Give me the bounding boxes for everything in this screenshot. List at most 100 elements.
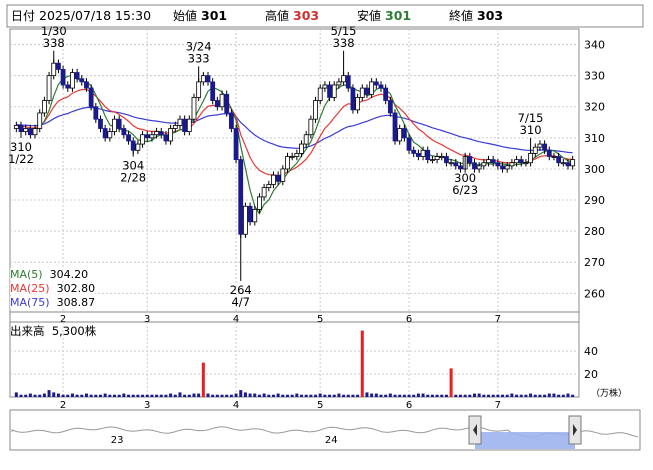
candle-body (271, 174, 276, 185)
candle-body (172, 125, 178, 129)
candle-body (560, 162, 566, 165)
candle-body (102, 128, 108, 139)
candle-body (439, 156, 445, 158)
volume-bar (449, 368, 453, 397)
volume-bar (384, 394, 388, 397)
candle-body (509, 162, 515, 167)
volume-bar (262, 393, 266, 397)
candle-body (565, 162, 571, 167)
candle-body (359, 87, 365, 98)
volume-bar (318, 393, 322, 397)
volume-bar (543, 394, 547, 397)
volume-bar (192, 393, 196, 397)
volume-bar (253, 393, 257, 397)
candle-body (504, 165, 510, 170)
volume-bar (557, 394, 561, 397)
volume-bar (505, 394, 509, 397)
candle-body (317, 87, 323, 101)
volume-bar (42, 393, 46, 397)
volume-bar (454, 394, 458, 397)
volume-bar (430, 394, 434, 397)
candle-body (233, 128, 239, 161)
month-tick-label: 7 (495, 400, 501, 411)
volume-bar (206, 393, 210, 397)
volume-bar (304, 394, 308, 397)
candle-body (88, 87, 94, 108)
volume-bar (211, 394, 215, 397)
candle-body (168, 128, 174, 142)
navigator-selection[interactable] (475, 432, 575, 449)
volume-tick-label: 20 (584, 368, 598, 381)
candle-body (308, 118, 314, 136)
volume-bar (468, 394, 472, 397)
candle-body (56, 62, 61, 70)
candle-body (243, 205, 248, 235)
volume-bar (290, 394, 294, 397)
volume-bar (342, 394, 346, 397)
volume-bar (421, 393, 425, 397)
volume-bar (267, 394, 271, 397)
month-tick-label: 6 (406, 314, 412, 325)
candle-body (350, 87, 356, 111)
price-tick-label: 270 (584, 256, 605, 269)
volume-bar (243, 392, 247, 397)
price-tick-label: 320 (584, 101, 605, 114)
volume-bar (370, 393, 374, 397)
volume-bar (472, 393, 476, 397)
candle-body (299, 143, 304, 154)
volume-bar (14, 392, 18, 397)
volume-bar (136, 394, 140, 397)
volume-bar (229, 394, 233, 397)
volume-bar (332, 394, 336, 397)
volume-bar (416, 393, 420, 397)
candle-body (556, 156, 562, 164)
extreme-value-label: 2/28 (120, 171, 146, 185)
volume-bar (435, 394, 439, 397)
candle-body (528, 152, 533, 164)
ma75-legend: MA(75) 308.87 (10, 296, 96, 309)
candle-body (481, 162, 487, 167)
candle-body (140, 134, 145, 145)
candle-body (392, 112, 398, 142)
candle-body (313, 100, 318, 120)
candle-body (294, 152, 300, 157)
month-tick-label: 3 (144, 400, 150, 411)
volume-bar (309, 394, 313, 397)
volume-bar (66, 394, 70, 397)
candle-body (107, 131, 113, 139)
volume-bar (70, 393, 74, 397)
volume-bar (159, 394, 163, 397)
candle-body (472, 162, 477, 170)
candle-body (430, 159, 435, 162)
candle-body (98, 118, 103, 129)
candle-body (355, 97, 361, 111)
candle-body (364, 87, 370, 95)
candle-body (406, 137, 412, 151)
candle-body (112, 118, 117, 133)
candle-body (70, 72, 75, 89)
volume-bar (56, 393, 60, 397)
extreme-value-label: 333 (188, 51, 210, 65)
candle-body (84, 81, 89, 89)
volume-bar (220, 394, 224, 397)
candle-body (378, 84, 384, 89)
candle-body (247, 205, 253, 223)
volume-bar (75, 394, 79, 397)
price-tick-label: 300 (584, 163, 605, 176)
candle-body (280, 168, 286, 182)
candle-body (369, 81, 375, 95)
candle-body (448, 162, 454, 165)
volume-bar (178, 392, 182, 397)
extreme-value-label: 6/23 (452, 183, 478, 197)
candle-body (32, 128, 38, 136)
volume-bar (328, 394, 332, 397)
volume-bar (117, 394, 121, 397)
ma25-legend: MA(25) 302.80 (10, 282, 96, 295)
candle-body (322, 84, 328, 89)
candle-body (387, 100, 393, 114)
candle-body (523, 162, 529, 165)
candle-body (18, 125, 24, 133)
volume-bar (412, 394, 416, 397)
candle-body (303, 134, 309, 145)
candle-body (121, 128, 127, 136)
